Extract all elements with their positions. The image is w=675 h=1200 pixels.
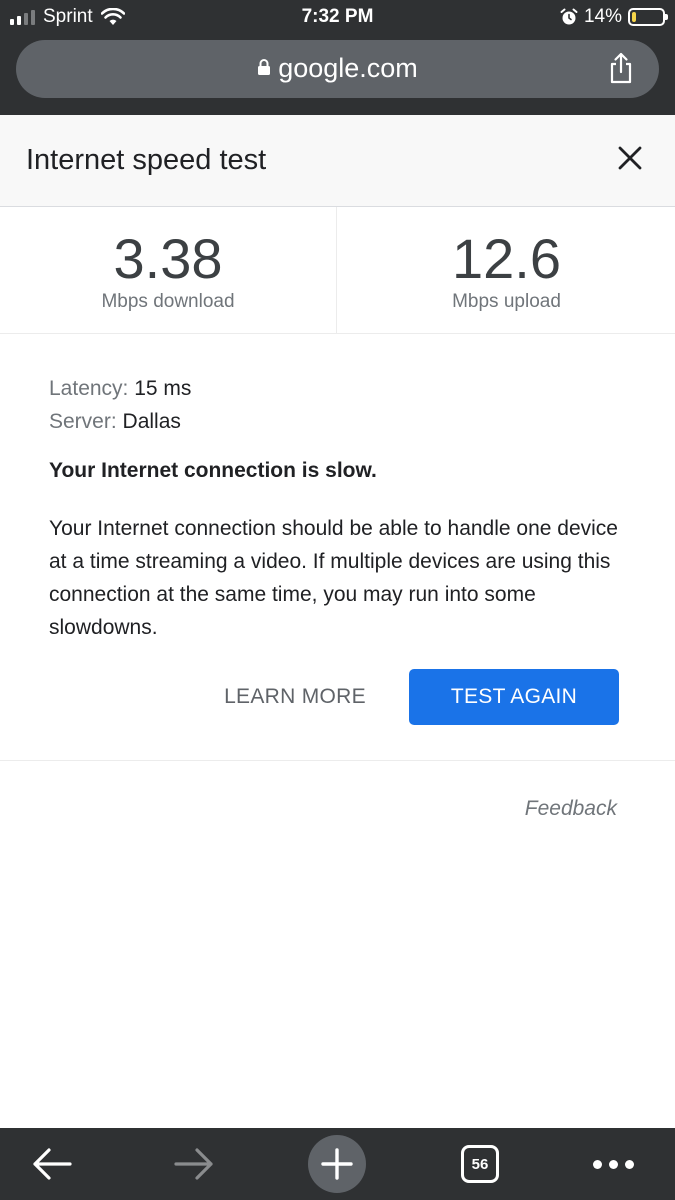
upload-label: Mbps upload <box>452 291 561 312</box>
latency-key: Latency: <box>49 377 129 400</box>
connection-verdict: Your Internet connection is slow. <box>49 459 377 482</box>
arrow-left-icon <box>33 1148 72 1180</box>
upload-value: 12.6 <box>452 227 561 290</box>
more-icon <box>592 1159 634 1169</box>
server-value: Dallas <box>122 410 181 433</box>
battery-level <box>632 12 637 22</box>
speed-test-header: Internet speed test <box>0 115 675 207</box>
address-bar[interactable]: google.com <box>16 40 659 98</box>
connection-description: Your Internet connection should be able … <box>49 517 618 639</box>
more-menu-button[interactable] <box>583 1128 643 1200</box>
download-result: 3.38 Mbps download <box>0 207 337 333</box>
connection-details: Latency: 15 ms Server: Dallas <box>49 372 629 438</box>
close-icon[interactable] <box>615 143 645 173</box>
browser-top-chrome: Sprint 7:32 PM 14% google.com <box>0 0 675 115</box>
server-key: Server: <box>49 410 117 433</box>
alarm-icon <box>560 8 578 25</box>
feedback-link[interactable]: Feedback <box>525 797 617 821</box>
battery-icon <box>628 8 668 26</box>
test-again-button[interactable]: TEST AGAIN <box>409 669 619 725</box>
learn-more-button[interactable]: LEARN MORE <box>210 669 380 725</box>
download-label: Mbps download <box>101 291 235 312</box>
download-value: 3.38 <box>113 227 223 290</box>
battery-percent: 14% <box>583 6 622 27</box>
back-button[interactable] <box>22 1128 82 1200</box>
forward-button[interactable] <box>164 1128 224 1200</box>
new-tab-button[interactable] <box>307 1128 367 1200</box>
status-right: 14% <box>560 6 668 28</box>
latency-value: 15 ms <box>134 377 192 400</box>
url-text: google.com <box>278 53 418 83</box>
url-display[interactable]: google.com <box>16 53 659 84</box>
share-icon[interactable] <box>607 52 635 84</box>
new-tab-circle <box>308 1135 366 1193</box>
latency-line: Latency: 15 ms <box>49 372 629 405</box>
tab-switcher-button[interactable]: 56 <box>450 1128 510 1200</box>
speed-results: 3.38 Mbps download 12.6 Mbps upload <box>0 207 675 334</box>
server-line: Server: Dallas <box>49 405 629 438</box>
tab-count: 56 <box>461 1145 499 1183</box>
divider <box>0 760 675 761</box>
lock-icon <box>258 58 271 75</box>
arrow-right-icon <box>174 1148 213 1180</box>
browser-toolbar: 56 <box>0 1128 675 1200</box>
plus-icon <box>321 1148 353 1180</box>
upload-result: 12.6 Mbps upload <box>338 207 675 333</box>
status-bar: Sprint 7:32 PM 14% <box>0 0 675 36</box>
page-title: Internet speed test <box>26 144 267 176</box>
